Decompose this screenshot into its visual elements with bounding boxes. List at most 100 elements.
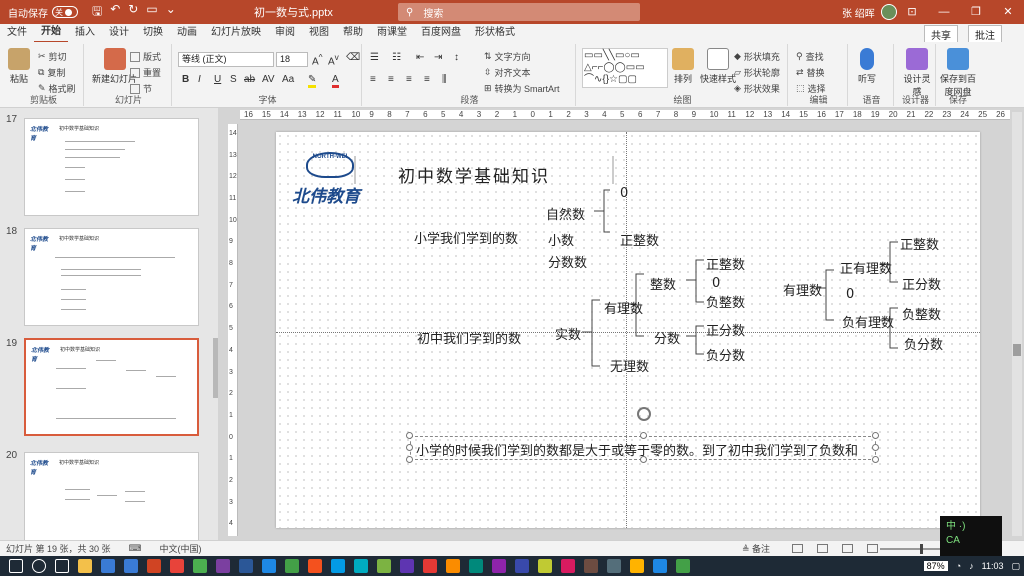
paste-button[interactable]: 粘贴 xyxy=(8,48,30,85)
align-text-button[interactable]: ⇳ 对齐文本 xyxy=(484,66,531,79)
app18-icon[interactable] xyxy=(653,559,667,573)
scrollbar-thumb[interactable] xyxy=(1013,344,1021,356)
slide-thumbnail-selected[interactable]: 北伟教育 初中数学基础知识 xyxy=(24,338,199,436)
integer-positive[interactable]: 正整数 xyxy=(706,254,745,273)
natural-positive-integer[interactable]: 正整数 xyxy=(620,230,659,249)
app9-icon[interactable] xyxy=(446,559,460,573)
close-button[interactable]: ✕ xyxy=(992,0,1024,24)
decrease-font-icon[interactable]: Av xyxy=(328,52,339,67)
undo-icon[interactable]: ↶ xyxy=(110,2,120,23)
tab-shape-format[interactable]: 形状格式 xyxy=(468,24,522,42)
app7-icon[interactable] xyxy=(400,559,414,573)
resize-handle[interactable] xyxy=(640,432,647,439)
textbox-content[interactable]: 小学的时候我们学到的数都是大于或等于零的数。到了初中我们学到了负数和 xyxy=(416,440,858,459)
explorer-icon[interactable] xyxy=(78,559,92,573)
app1-icon[interactable] xyxy=(262,559,276,573)
presentation-icon[interactable]: ▭ xyxy=(146,2,157,23)
tab-review[interactable]: 审阅 xyxy=(268,24,302,42)
app12-icon[interactable] xyxy=(515,559,529,573)
app8-icon[interactable] xyxy=(423,559,437,573)
align-left-icon[interactable]: ≡ xyxy=(370,74,376,85)
task-view-icon[interactable] xyxy=(55,559,69,573)
dictate-button[interactable]: 听写 xyxy=(858,48,876,85)
fraction-positive[interactable]: 正分数 xyxy=(706,320,745,339)
rotate-handle-icon[interactable] xyxy=(637,407,651,421)
shadow-button[interactable]: S xyxy=(230,74,237,85)
search-box[interactable]: ⚲ 搜索 xyxy=(398,3,640,21)
app2-icon[interactable] xyxy=(285,559,299,573)
app6-icon[interactable] xyxy=(377,559,391,573)
notes-button[interactable]: ≜ 备注 xyxy=(742,542,770,555)
tab-view[interactable]: 视图 xyxy=(302,24,336,42)
mail-icon[interactable] xyxy=(124,559,138,573)
fraction-primary[interactable]: 分数数 xyxy=(548,252,587,271)
clock[interactable]: 11:03 xyxy=(982,561,1004,571)
app3-icon[interactable] xyxy=(308,559,322,573)
zoom-slider-knob[interactable] xyxy=(920,544,923,554)
reading-view-icon[interactable] xyxy=(842,544,853,553)
app5-icon[interactable] xyxy=(354,559,368,573)
shape-fill-button[interactable]: ◆ 形状填充 xyxy=(734,50,780,63)
primary-label[interactable]: 小学我们学到的数 xyxy=(414,228,518,247)
autosave-control[interactable]: 自动保存 关 xyxy=(8,5,78,20)
shapes-gallery[interactable]: ▭▭╲╲▭○▭ △⌐⌐◯◯▭▭ ⌒∿{}☆▢▢ xyxy=(582,48,668,88)
tab-design[interactable]: 设计 xyxy=(102,24,136,42)
tab-baidu-netdisk[interactable]: 百度网盘 xyxy=(414,24,468,42)
font-name-select[interactable]: 等线 (正文) xyxy=(178,52,274,67)
language-indicator[interactable]: 中文(中国) xyxy=(160,542,202,555)
rational-number[interactable]: 有理数 xyxy=(604,298,643,317)
slide-canvas[interactable]: NORTH-WEI 北伟教育 初中数学基础知识 小学我们学到的数 自然数 小数 … xyxy=(276,132,980,528)
app13-icon[interactable] xyxy=(538,559,552,573)
notification-icon[interactable]: ▢ xyxy=(1011,561,1020,572)
natural-zero[interactable]: 0 xyxy=(620,186,628,201)
fraction-negative[interactable]: 负分数 xyxy=(706,345,745,364)
resize-handle[interactable] xyxy=(872,444,879,451)
design-ideas-button[interactable]: 设计灵感 xyxy=(902,48,932,98)
align-center-icon[interactable]: ≡ xyxy=(388,74,394,85)
resize-handle[interactable] xyxy=(872,456,879,463)
tab-rain-classroom[interactable]: 雨课堂 xyxy=(370,24,414,42)
word-icon[interactable] xyxy=(239,559,253,573)
junior-label[interactable]: 初中我们学到的数 xyxy=(417,328,521,347)
autosave-toggle[interactable]: 关 xyxy=(52,6,78,18)
positive-fraction-2[interactable]: 正分数 xyxy=(902,274,941,293)
negative-fraction-2[interactable]: 负分数 xyxy=(904,334,943,353)
browser-icon[interactable] xyxy=(170,559,184,573)
resize-handle[interactable] xyxy=(406,432,413,439)
find-button[interactable]: ⚲ 查找 xyxy=(796,50,824,63)
slide-sorter-icon[interactable] xyxy=(817,544,828,553)
zero-2[interactable]: 0 xyxy=(846,287,854,302)
bold-button[interactable]: B xyxy=(182,74,189,85)
resize-handle[interactable] xyxy=(872,432,879,439)
negative-rational[interactable]: 负有理数 xyxy=(842,312,894,331)
slide-thumbnail[interactable]: 北伟教育 初中数学基础知识 xyxy=(24,118,199,216)
maximize-button[interactable]: ❐ xyxy=(960,0,992,24)
app10-icon[interactable] xyxy=(469,559,483,573)
app15-icon[interactable] xyxy=(584,559,598,573)
app11-icon[interactable] xyxy=(492,559,506,573)
minimize-button[interactable]: — xyxy=(928,0,960,24)
outdent-icon[interactable]: ⇤ xyxy=(416,52,424,63)
redo-icon[interactable]: ↻ xyxy=(128,2,138,23)
positive-integer-2[interactable]: 正整数 xyxy=(900,234,939,253)
save-icon[interactable]: 🖫 xyxy=(92,2,102,23)
reset-button[interactable]: 重置 xyxy=(130,66,161,79)
editor-scrollbar[interactable] xyxy=(1012,112,1022,536)
natural-number[interactable]: 自然数 xyxy=(546,204,585,223)
shape-outline-button[interactable]: ▱ 形状轮廓 xyxy=(734,66,780,79)
bullets-icon[interactable]: ☰ xyxy=(370,52,379,63)
replace-button[interactable]: ⇄ 替换 xyxy=(796,66,825,79)
clear-format-icon[interactable]: ⌫ xyxy=(346,52,360,63)
rational-number-2[interactable]: 有理数 xyxy=(783,280,822,299)
cut-button[interactable]: ✂ 剪切 xyxy=(38,50,67,63)
strikethrough-button[interactable]: ab xyxy=(244,74,255,85)
positive-rational[interactable]: 正有理数 xyxy=(840,258,892,277)
integer-negative[interactable]: 负整数 xyxy=(706,292,745,311)
app19-icon[interactable] xyxy=(676,559,690,573)
zoom-level[interactable]: 87% xyxy=(923,561,948,571)
slide-thumbnail[interactable]: 北伟教育 初中数学基础知识 xyxy=(24,228,199,326)
start-icon[interactable] xyxy=(9,559,23,573)
indent-icon[interactable]: ⇥ xyxy=(434,52,442,63)
search-icon[interactable] xyxy=(32,559,46,573)
copy-button[interactable]: ⧉ 复制 xyxy=(38,66,65,79)
